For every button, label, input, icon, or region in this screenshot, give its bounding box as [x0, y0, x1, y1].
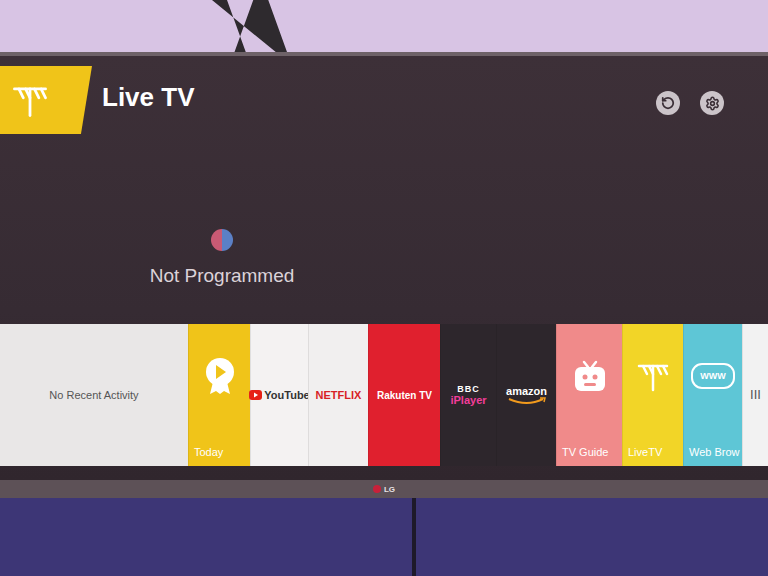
app-logo: YouTube: [249, 389, 309, 401]
app-tile[interactable]: YouTube: [250, 324, 308, 466]
settings-button[interactable]: [700, 91, 724, 115]
tv-bezel: LG: [0, 480, 768, 498]
app-tile[interactable]: Rakuten TV: [368, 324, 440, 466]
youtube-play-icon: [249, 390, 262, 400]
app-tile[interactable]: TV Guide: [556, 324, 622, 466]
app-logo: NETFLIX: [316, 389, 362, 401]
header-title: Live TV: [102, 82, 194, 113]
photo: Live TV Not Programmed No Recent Activity T…: [0, 0, 768, 576]
app-logo: amazon: [506, 385, 547, 397]
tile-icon: [194, 354, 245, 398]
antenna-icon: [10, 80, 50, 120]
app-tile[interactable]: III: [742, 324, 768, 466]
brand-text: LG: [384, 485, 395, 494]
cable: [412, 498, 416, 576]
launcher-bar: No Recent Activity Today YouTube NETFLIX Rak…: [0, 320, 768, 470]
live-tv-tab[interactable]: [0, 66, 92, 134]
today-icon: [202, 356, 238, 396]
app-tile[interactable]: WWW Web Brow: [683, 324, 742, 466]
app-tile[interactable]: amazon: [496, 324, 556, 466]
app-tile[interactable]: LiveTV: [622, 324, 683, 466]
tv-screen: Live TV Not Programmed No Recent Activity T…: [0, 56, 768, 480]
signal-icon: [211, 229, 233, 251]
tv-guide-icon: [572, 358, 608, 394]
app-logo: Rakuten TV: [377, 390, 432, 401]
tile-label: TV Guide: [562, 446, 617, 458]
lg-logo-icon: [373, 485, 381, 493]
tile-label: LiveTV: [628, 446, 678, 458]
antenna-icon: [635, 358, 671, 394]
tile-icon: [628, 354, 678, 398]
amazon-smile-icon: [507, 397, 547, 405]
gear-icon: [705, 96, 720, 111]
app-tile[interactable]: Today: [188, 324, 250, 466]
www-icon: WWW: [691, 363, 735, 389]
wall: [0, 0, 768, 52]
tile-label: Web Brow: [689, 446, 737, 458]
status-panel: Not Programmed: [139, 146, 305, 320]
app-logo: iPlayer: [450, 394, 486, 406]
tile-icon: WWW: [689, 354, 737, 398]
status-text: Not Programmed: [150, 265, 295, 287]
tv: Live TV Not Programmed No Recent Activity T…: [0, 52, 768, 498]
tile-label: Today: [194, 446, 245, 458]
app-tile[interactable]: NETFLIX: [308, 324, 368, 466]
app-tile[interactable]: BBCiPlayer: [440, 324, 496, 466]
tv-mount: [212, 0, 287, 52]
back-button[interactable]: [656, 91, 680, 115]
sofa: [0, 498, 768, 576]
recent-card[interactable]: No Recent Activity: [0, 324, 188, 466]
logo-prefix: BBC: [457, 384, 480, 394]
header-icons: [656, 66, 768, 115]
header: Live TV: [0, 56, 768, 146]
tile-icon: [562, 354, 617, 398]
back-icon: [661, 96, 675, 110]
app-logo: III: [750, 388, 761, 402]
